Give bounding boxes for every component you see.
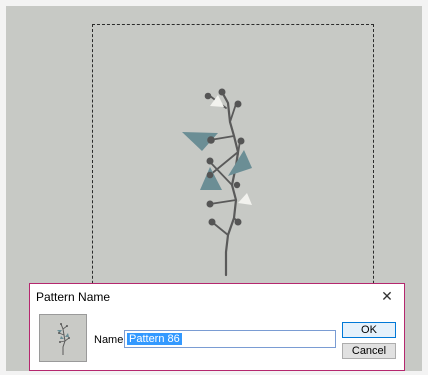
berry <box>206 200 214 208</box>
name-label: Name: <box>94 334 127 346</box>
berry <box>218 88 226 96</box>
berry <box>206 171 214 179</box>
pattern-name-dialog: Pattern Name ✕ Name: Pattern 86 OK Cance… <box>29 283 405 371</box>
berry <box>204 92 212 100</box>
dialog-title: Pattern Name <box>36 290 111 304</box>
leaf-right-mid <box>228 150 252 176</box>
berry <box>233 181 241 189</box>
cancel-button[interactable]: Cancel <box>342 343 396 359</box>
berry <box>237 137 245 145</box>
pattern-name-input[interactable]: Pattern 86 <box>124 330 336 348</box>
ok-button[interactable]: OK <box>342 322 396 338</box>
berry <box>234 100 242 108</box>
leaf-white-low <box>238 193 252 205</box>
berry <box>234 218 242 226</box>
berry <box>206 157 214 165</box>
pattern-thumbnail <box>39 314 87 362</box>
berry <box>207 136 215 144</box>
thumbnail-sprig-icon <box>57 323 70 355</box>
berry <box>208 218 216 226</box>
pattern-name-value: Pattern 86 <box>127 333 182 345</box>
close-icon[interactable]: ✕ <box>376 286 398 306</box>
